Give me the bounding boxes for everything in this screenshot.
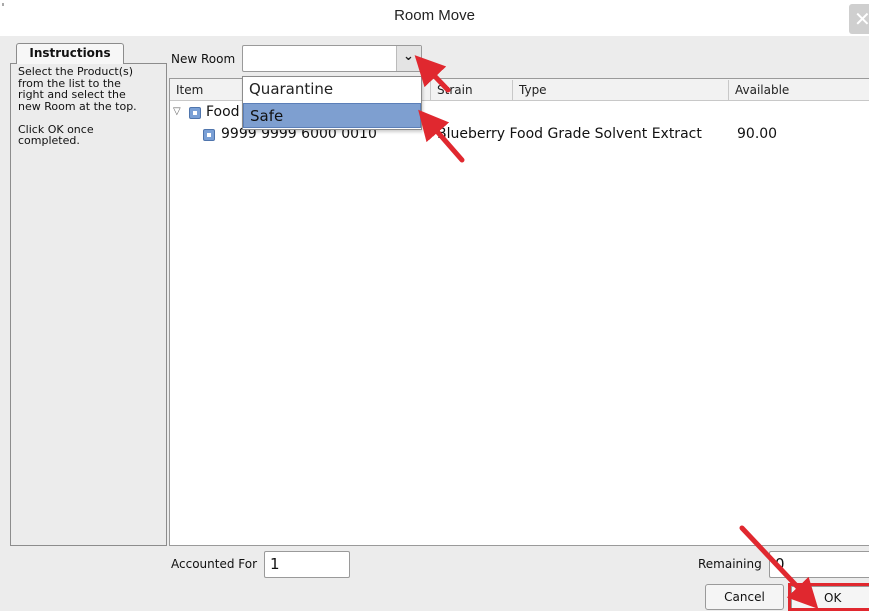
close-icon[interactable]: ✕ — [854, 7, 869, 31]
column-separator — [512, 80, 513, 100]
strain-type: Blueberry Food Grade Solvent Extract — [437, 126, 702, 142]
column-separator — [430, 80, 431, 100]
expand-triangle-icon[interactable]: ▽ — [173, 106, 181, 117]
group-label: Food — [206, 104, 240, 120]
ok-highlight-box — [788, 583, 869, 611]
chevron-down-icon[interactable]: ⌄ — [403, 49, 414, 64]
corner-mark — [2, 3, 4, 6]
column-header-strain[interactable]: Strain — [437, 83, 473, 97]
column-separator — [728, 80, 729, 100]
available-value: 90.00 — [737, 126, 778, 142]
instructions-text: Select the Product(s) from the list to t… — [18, 65, 137, 147]
dropdown-option-safe[interactable]: Safe — [243, 103, 421, 128]
accounted-for-label: Accounted For — [171, 557, 258, 571]
dropdown-option-quarantine[interactable]: Quarantine — [243, 77, 421, 102]
remaining-field[interactable]: 0 — [769, 551, 869, 578]
dropdown-toggle-button[interactable]: ⌄ — [396, 46, 421, 71]
new-room-label: New Room — [171, 52, 236, 66]
tab-instructions[interactable]: Instructions — [16, 43, 124, 64]
checkbox-icon[interactable] — [203, 129, 215, 141]
checkbox-icon[interactable] — [189, 107, 201, 119]
cancel-button[interactable]: Cancel — [705, 584, 784, 610]
column-header-type[interactable]: Type — [519, 83, 547, 97]
accounted-for-field[interactable]: 1 — [264, 551, 350, 578]
close-button[interactable]: ✕ — [849, 4, 869, 34]
remaining-label: Remaining — [698, 557, 762, 571]
column-header-item[interactable]: Item — [176, 83, 203, 97]
column-header-available[interactable]: Available — [735, 83, 789, 97]
new-room-combobox[interactable] — [242, 45, 422, 72]
window-title: Room Move — [394, 7, 475, 24]
product-table — [169, 78, 869, 546]
